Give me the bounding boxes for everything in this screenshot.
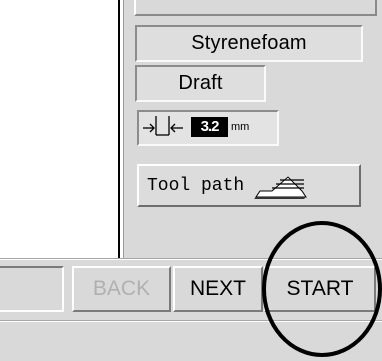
toolpath-layers-icon bbox=[254, 175, 308, 199]
left-divider-line bbox=[118, 0, 120, 258]
toolpath-label: Tool path bbox=[147, 175, 245, 196]
material-label: Styrenefoam bbox=[191, 32, 307, 54]
start-button[interactable]: START bbox=[264, 266, 376, 312]
cut-depth-control[interactable]: 3.2 mm bbox=[137, 110, 279, 146]
cut-depth-value[interactable]: 3.2 bbox=[191, 117, 228, 137]
cut-depth-unit: mm bbox=[231, 121, 250, 133]
cut-depth-icon bbox=[143, 116, 183, 136]
panel-top-strip bbox=[134, 0, 377, 16]
back-button[interactable]: BACK bbox=[72, 266, 171, 312]
bottom-button-bar: BACK NEXT START bbox=[0, 258, 382, 361]
status-field bbox=[0, 266, 64, 312]
bar-top-shadow bbox=[0, 258, 382, 259]
toolpath-button[interactable]: Tool path bbox=[137, 164, 361, 207]
next-button[interactable]: NEXT bbox=[173, 266, 263, 312]
bar-bottom-edge bbox=[0, 321, 382, 322]
material-field[interactable]: Styrenefoam bbox=[135, 25, 363, 62]
quality-label: Draft bbox=[178, 72, 223, 94]
quality-field[interactable]: Draft bbox=[135, 65, 266, 102]
